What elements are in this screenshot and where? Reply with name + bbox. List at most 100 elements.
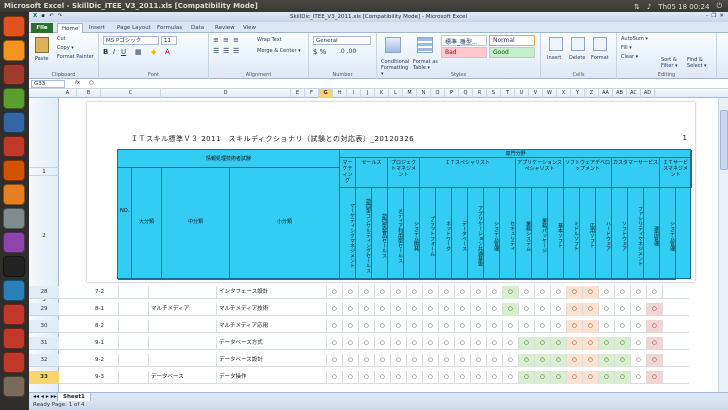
cell-no[interactable]: 9-3 bbox=[89, 371, 119, 384]
cell-mark[interactable]: ○ bbox=[423, 354, 439, 367]
cell-mark[interactable]: ○ bbox=[647, 337, 663, 350]
format-button[interactable]: Format bbox=[591, 55, 609, 61]
cell-mark[interactable]: ○ bbox=[375, 320, 391, 333]
cell-mark[interactable]: ○ bbox=[519, 286, 535, 299]
row-header[interactable]: 29 bbox=[29, 303, 59, 316]
cell-mark[interactable]: ○ bbox=[375, 337, 391, 350]
conditional-formatting-icon[interactable] bbox=[385, 37, 401, 53]
cell-mark[interactable]: ○ bbox=[567, 286, 583, 299]
writer-icon[interactable] bbox=[3, 112, 25, 133]
cell-mark[interactable]: ○ bbox=[551, 337, 567, 350]
column-header[interactable]: W bbox=[543, 89, 557, 98]
cell-mark[interactable]: ○ bbox=[359, 371, 375, 384]
cell-mark[interactable]: ○ bbox=[631, 337, 647, 350]
font-size-select[interactable]: 11 bbox=[161, 36, 177, 45]
column-header[interactable]: V bbox=[529, 89, 543, 98]
cell-mark[interactable]: ○ bbox=[407, 337, 423, 350]
clear-button[interactable]: Clear ▾ bbox=[621, 54, 638, 60]
table-row[interactable]: 33 9-3 データベース データ操作 ○ ○ ○ ○ ○ ○ ○ ○ ○ ○ ○ ○ ○ ○ ○ ○ ○ ○ ○ ○ ○ bbox=[29, 371, 689, 384]
cell-mark[interactable]: ○ bbox=[343, 337, 359, 350]
align-bottom-icon[interactable]: ≡ bbox=[233, 36, 239, 44]
cell-mark[interactable]: ○ bbox=[599, 337, 615, 350]
table-row[interactable]: 30 8-2 マルチメディア応用 ○ ○ ○ ○ ○ ○ ○ ○ ○ ○ ○ ○ ○ ○ ○ ○ ○ ○ ○ ○ ○ bbox=[29, 320, 689, 333]
cell-mark[interactable]: ○ bbox=[599, 286, 615, 299]
cell-mark[interactable]: ○ bbox=[615, 337, 631, 350]
tab-review[interactable]: Review bbox=[211, 23, 239, 33]
format-as-table-button[interactable]: Format as Table ▾ bbox=[413, 59, 439, 71]
cell-mark[interactable]: ○ bbox=[503, 354, 519, 367]
cut-button[interactable]: Cut bbox=[57, 36, 66, 42]
cell-mark[interactable]: ○ bbox=[439, 286, 455, 299]
cell-mark[interactable]: ○ bbox=[487, 337, 503, 350]
tab-home[interactable]: Home bbox=[57, 23, 84, 33]
cell-mark[interactable]: ○ bbox=[583, 303, 599, 316]
cell-mark[interactable]: ○ bbox=[647, 320, 663, 333]
cell-mark[interactable]: ○ bbox=[471, 320, 487, 333]
align-right-icon[interactable]: ☰ bbox=[233, 47, 239, 55]
cell-mark[interactable]: ○ bbox=[535, 354, 551, 367]
column-header[interactable]: Q bbox=[459, 89, 473, 98]
cell-mark[interactable]: ○ bbox=[647, 303, 663, 316]
cell-mark[interactable]: ○ bbox=[423, 337, 439, 350]
underline-button[interactable]: U bbox=[121, 48, 126, 56]
cell-mark[interactable]: ○ bbox=[391, 371, 407, 384]
column-header[interactable]: C bbox=[101, 89, 161, 98]
cell-mark[interactable]: ○ bbox=[439, 320, 455, 333]
column-header[interactable]: U bbox=[515, 89, 529, 98]
column-header[interactable]: B bbox=[77, 89, 101, 98]
cell-mark[interactable]: ○ bbox=[391, 320, 407, 333]
cell-mark[interactable]: ○ bbox=[359, 354, 375, 367]
style-normal[interactable]: Normal bbox=[489, 35, 535, 46]
cell-mark[interactable]: ○ bbox=[375, 286, 391, 299]
cell-mark[interactable]: ○ bbox=[487, 303, 503, 316]
column-header[interactable]: T bbox=[501, 89, 515, 98]
cell-mark[interactable]: ○ bbox=[615, 354, 631, 367]
software-center-icon[interactable] bbox=[3, 160, 25, 181]
tab-data[interactable]: Data bbox=[187, 23, 208, 33]
fill-button[interactable]: Fill ▾ bbox=[621, 45, 632, 51]
cell-mark[interactable]: ○ bbox=[375, 303, 391, 316]
cell-mark[interactable]: ○ bbox=[487, 354, 503, 367]
cell-mark[interactable]: ○ bbox=[455, 354, 471, 367]
borders-icon[interactable]: ▦ bbox=[135, 48, 142, 56]
cell-mark[interactable]: ○ bbox=[535, 371, 551, 384]
cell-mark[interactable]: ○ bbox=[343, 371, 359, 384]
column-header[interactable]: A bbox=[59, 89, 77, 98]
format-cells-icon[interactable] bbox=[593, 37, 607, 51]
wine-app-icon[interactable] bbox=[3, 304, 25, 325]
firefox-icon[interactable] bbox=[3, 40, 25, 61]
column-header[interactable]: AB bbox=[613, 89, 627, 98]
cell-mark[interactable]: ○ bbox=[327, 354, 343, 367]
cell-mark[interactable]: ○ bbox=[487, 320, 503, 333]
column-header[interactable]: H bbox=[333, 89, 347, 98]
cell-mark[interactable]: ○ bbox=[535, 286, 551, 299]
column-header[interactable]: R bbox=[473, 89, 487, 98]
cell-mark[interactable]: ○ bbox=[551, 371, 567, 384]
cell-mark[interactable]: ○ bbox=[567, 337, 583, 350]
cell-mark[interactable]: ○ bbox=[487, 371, 503, 384]
spreadsheet-icon[interactable] bbox=[3, 88, 25, 109]
cell-mark[interactable]: ○ bbox=[631, 286, 647, 299]
cell-mark[interactable]: ○ bbox=[503, 303, 519, 316]
cell-mark[interactable]: ○ bbox=[471, 354, 487, 367]
cell-minor[interactable]: データ操作 bbox=[217, 371, 327, 384]
font-name-select[interactable]: MS Pゴシック bbox=[103, 36, 159, 45]
column-header[interactable]: J bbox=[361, 89, 375, 98]
cell-mark[interactable]: ○ bbox=[407, 303, 423, 316]
style-normal-jp[interactable]: 標準_雛型... bbox=[441, 35, 487, 46]
cell-mark[interactable]: ○ bbox=[391, 286, 407, 299]
cell-mark[interactable]: ○ bbox=[647, 371, 663, 384]
cell-mark[interactable]: ○ bbox=[599, 354, 615, 367]
cell-major[interactable] bbox=[119, 286, 149, 299]
sort-filter-button[interactable]: Sort & Filter ▾ bbox=[661, 57, 683, 69]
cell-mark[interactable]: ○ bbox=[631, 371, 647, 384]
wine-app-icon[interactable] bbox=[3, 352, 25, 373]
insert-button[interactable]: Insert bbox=[547, 55, 561, 61]
cell-minor[interactable]: マルチメディア技術 bbox=[217, 303, 327, 316]
wine-app-icon[interactable] bbox=[3, 328, 25, 349]
column-header[interactable]: P bbox=[445, 89, 459, 98]
cell-mark[interactable]: ○ bbox=[631, 303, 647, 316]
cell-minor[interactable]: マルチメディア応用 bbox=[217, 320, 327, 333]
number-format-select[interactable]: General bbox=[313, 36, 371, 45]
cell-mark[interactable]: ○ bbox=[503, 337, 519, 350]
